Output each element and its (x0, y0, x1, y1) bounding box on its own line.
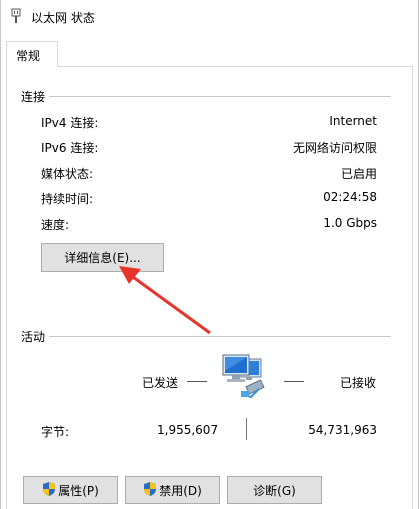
tab-general[interactable]: 常规 (6, 41, 58, 67)
activity-group-title: 活动 (21, 328, 46, 345)
activity-divider (49, 336, 391, 337)
properties-button[interactable]: 属性(P) (23, 476, 118, 504)
speed-label: 速度: (41, 218, 70, 232)
received-label: 已接收 (340, 376, 377, 390)
ipv6-value: 无网络访问权限 (292, 141, 377, 155)
disable-button-label: 禁用(D) (159, 483, 202, 498)
title-bar: 以太网 状态 (1, 0, 418, 32)
bytes-label: 字节: (41, 425, 70, 439)
media-state-value: 已启用 (340, 167, 377, 181)
disable-button[interactable]: 禁用(D) (125, 476, 220, 504)
speed-value: 1.0 Gbps (323, 216, 377, 230)
media-state-label: 媒体状态: (41, 167, 94, 181)
bytes-sent-value: 1,955,607 (157, 423, 219, 437)
bytes-separator (246, 418, 247, 440)
ipv4-label: IPv4 连接: (41, 116, 99, 130)
sent-label: 已发送 (142, 376, 179, 390)
ipv6-label: IPv6 连接: (41, 141, 99, 155)
duration-value: 02:24:58 (323, 190, 377, 204)
tab-panel-general (6, 66, 413, 509)
duration-label: 持续时间: (41, 192, 94, 206)
network-adapter-icon (9, 8, 23, 24)
received-dash (284, 381, 304, 382)
properties-button-label: 属性(P) (58, 483, 99, 498)
network-computers-icon (219, 353, 271, 403)
connection-divider (49, 96, 391, 97)
network-status-window: 以太网 状态 常规 连接 IPv4 连接: Internet IPv6 连接: … (0, 0, 419, 509)
uac-shield-icon (42, 481, 56, 500)
connection-group-title: 连接 (21, 88, 46, 105)
bytes-received-value: 54,731,963 (308, 423, 377, 437)
details-button[interactable]: 详细信息(E)... (41, 243, 164, 272)
diagnose-button[interactable]: 诊断(G) (227, 476, 322, 504)
ipv4-value: Internet (329, 114, 377, 128)
sent-dash (187, 381, 207, 382)
window-title: 以太网 状态 (31, 11, 95, 25)
uac-shield-icon (143, 481, 157, 500)
